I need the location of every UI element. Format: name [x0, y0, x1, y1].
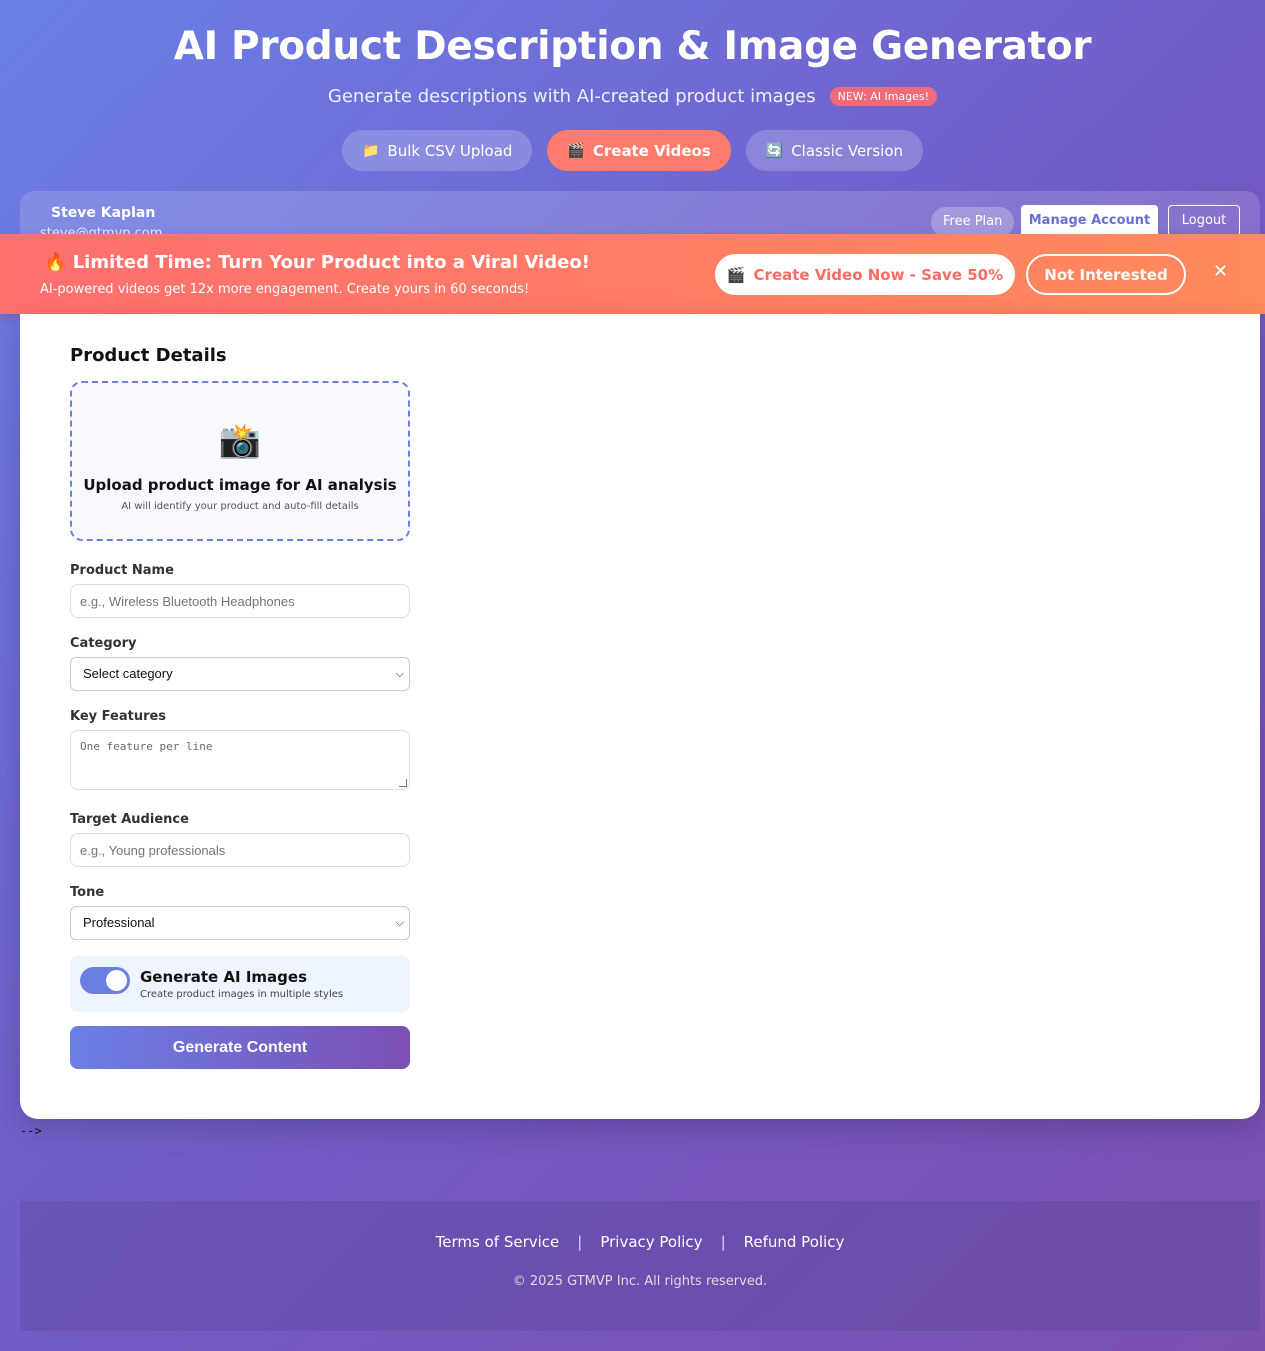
promo-title-text: Limited Time: Turn Your Product into a V…	[72, 252, 590, 273]
footer-separator: |	[720, 1233, 726, 1251]
ai-images-title: Generate AI Images	[140, 968, 308, 986]
tone-label: Tone	[70, 885, 105, 900]
create-video-now-label: Create Video Now - Save 50%	[753, 265, 1004, 284]
category-label: Category	[70, 636, 137, 651]
privacy-policy-link[interactable]: Privacy Policy	[600, 1233, 702, 1251]
target-audience-input[interactable]	[71, 834, 409, 866]
upload-title: Upload product image for AI analysis	[83, 476, 397, 494]
toggle-knob	[106, 970, 127, 991]
image-upload-dropzone[interactable]: 📸 Upload product image for AI analysis A…	[70, 381, 410, 541]
not-interested-button[interactable]: Not Interested	[1026, 254, 1186, 295]
section-title: Product Details	[70, 345, 227, 366]
key-features-input[interactable]	[71, 731, 409, 789]
bulk-csv-upload-label: Bulk CSV Upload	[387, 141, 513, 160]
create-videos-label: Create Videos	[592, 141, 711, 160]
ai-images-toggle[interactable]	[80, 967, 130, 994]
clapperboard-icon: 🎬	[567, 142, 585, 159]
refund-policy-link[interactable]: Refund Policy	[744, 1233, 845, 1251]
upload-subtitle: AI will identify your product and auto-f…	[121, 501, 359, 512]
promo-subtitle: AI-powered videos get 12x more engagemen…	[40, 282, 530, 297]
category-select-value: Select category	[83, 666, 173, 681]
page-title: AI Product Description & Image Generator	[173, 24, 1092, 69]
stray-comment-text: -->	[20, 1124, 42, 1138]
resize-handle-icon[interactable]	[399, 779, 407, 787]
create-videos-button[interactable]: 🎬 Create Videos	[547, 130, 731, 171]
folder-icon: 📁	[361, 142, 380, 159]
classic-version-button[interactable]: 🔄 Classic Version	[745, 130, 924, 171]
product-name-field	[70, 584, 410, 618]
tone-select-value: Professional	[83, 915, 155, 930]
refresh-icon: 🔄	[765, 142, 784, 159]
target-audience-label: Target Audience	[70, 812, 189, 827]
create-video-now-button[interactable]: 🎬 Create Video Now - Save 50%	[715, 254, 1015, 295]
footer-separator: |	[577, 1233, 583, 1251]
tone-select[interactable]: Professional ⌵	[70, 906, 410, 940]
ai-images-option: Generate AI Images Create product images…	[70, 956, 410, 1012]
product-form-card: Product Details 📸 Upload product image f…	[20, 314, 1260, 1119]
camera-icon: 📸	[218, 421, 262, 461]
footer-links: Terms of Service | Privacy Policy | Refu…	[20, 1233, 1260, 1251]
key-features-label: Key Features	[70, 709, 167, 724]
promo-banner: 🔥 Limited Time: Turn Your Product into a…	[0, 234, 1265, 314]
user-name: Steve Kaplan	[51, 205, 156, 221]
copyright: © 2025 GTMVP Inc. All rights reserved.	[512, 1274, 768, 1289]
category-select[interactable]: Select category ⌵	[70, 657, 410, 691]
footer: Terms of Service | Privacy Policy | Refu…	[20, 1201, 1260, 1331]
chevron-down-icon: ⌵	[395, 668, 404, 680]
generate-content-button[interactable]: Generate Content	[70, 1026, 410, 1069]
plan-badge: Free Plan	[931, 207, 1015, 237]
ai-images-subtitle: Create product images in multiple styles	[140, 989, 344, 1000]
terms-of-service-link[interactable]: Terms of Service	[436, 1233, 560, 1251]
clapperboard-icon: 🎬	[726, 265, 746, 284]
promo-title: 🔥 Limited Time: Turn Your Product into a…	[44, 252, 590, 273]
bulk-csv-upload-button[interactable]: 📁 Bulk CSV Upload	[341, 130, 533, 171]
chevron-down-icon: ⌵	[395, 917, 404, 929]
manage-account-button[interactable]: Manage Account	[1021, 205, 1158, 237]
product-name-label: Product Name	[70, 563, 174, 578]
logout-button[interactable]: Logout	[1168, 205, 1240, 237]
new-badge: NEW: AI Images!	[829, 87, 938, 106]
subtitle-row: Generate descriptions with AI-created pr…	[0, 86, 1265, 107]
nav-row: 📁 Bulk CSV Upload 🎬 Create Videos 🔄 Clas…	[0, 130, 1265, 171]
target-audience-field	[70, 833, 410, 867]
classic-version-label: Classic Version	[791, 141, 904, 160]
key-features-field	[70, 730, 410, 790]
close-icon[interactable]: ✕	[1213, 261, 1228, 282]
page-subtitle: Generate descriptions with AI-created pr…	[327, 86, 816, 107]
fire-icon: 🔥	[44, 252, 67, 273]
product-name-input[interactable]	[71, 585, 409, 617]
